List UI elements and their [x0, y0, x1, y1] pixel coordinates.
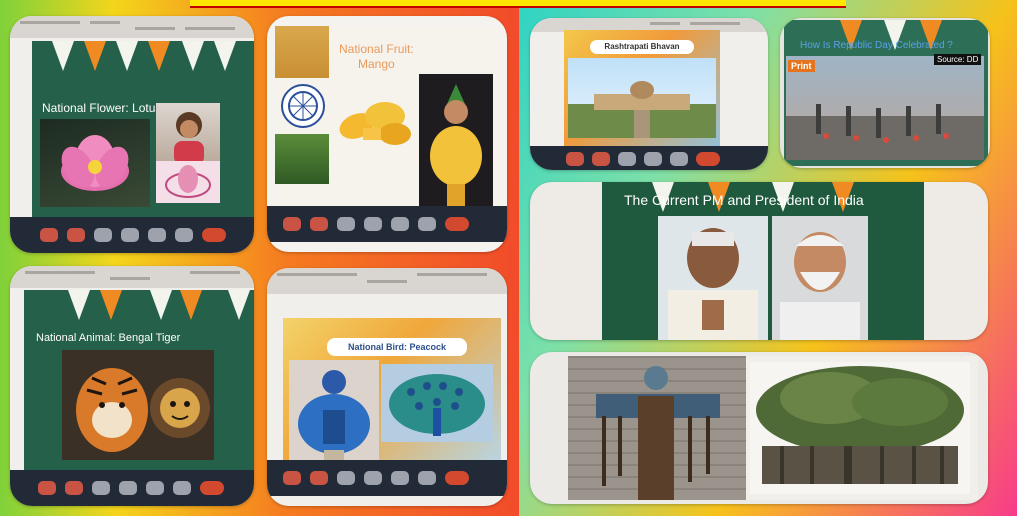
tile-national-fruit: National Fruit: Mango: [267, 16, 507, 252]
video-call-toolbar: [10, 217, 254, 253]
parade-photo: [786, 56, 984, 160]
photo-collage: National Flower: Lotus National Fruit: M…: [0, 0, 1017, 516]
video-call-toolbar: [530, 146, 768, 170]
camera-button[interactable]: [67, 228, 85, 242]
bunting-flag: [100, 290, 122, 320]
more-options-button[interactable]: [418, 471, 436, 485]
child-tree-costume-photo: [568, 356, 746, 500]
lotus-photo: [40, 119, 150, 207]
tile-pm-president: The Current PM and President of India: [530, 182, 988, 340]
mic-button[interactable]: [40, 228, 58, 242]
tiger-photo: [62, 350, 214, 460]
more-options-button[interactable]: [418, 217, 436, 231]
video-slide: How Is Republic Day Celebrated ? Print S…: [784, 20, 988, 166]
print-logo: Print: [788, 60, 815, 72]
end-call-button[interactable]: [445, 471, 469, 485]
camera-button[interactable]: [592, 152, 610, 166]
video-call-toolbar: [267, 206, 507, 242]
more-options-button[interactable]: [173, 481, 191, 495]
end-call-button[interactable]: [200, 481, 224, 495]
decor-texture: [275, 26, 329, 78]
banyan-tree-photo: [750, 362, 970, 494]
chat-button[interactable]: [337, 217, 355, 231]
bunting-flag: [116, 41, 138, 71]
mango-photo: [335, 88, 417, 150]
tile-national-flower: National Flower: Lotus: [10, 16, 254, 253]
tile-national-bird: National Bird: Peacock: [267, 268, 507, 506]
raise-hand-button[interactable]: [364, 471, 382, 485]
end-call-button[interactable]: [696, 152, 720, 166]
bunting-flag: [148, 41, 170, 71]
bunting-flag: [228, 290, 250, 320]
raise-hand-button[interactable]: [364, 217, 382, 231]
bunting-flag: [214, 41, 236, 71]
lotus-drawing: [156, 161, 220, 203]
more-options-button[interactable]: [175, 228, 193, 242]
share-screen-button[interactable]: [148, 228, 166, 242]
top-color-strip: [190, 0, 846, 8]
chat-button[interactable]: [618, 152, 636, 166]
bunting-flag: [182, 41, 204, 71]
child-costume-photo: [419, 74, 493, 206]
video-call-toolbar: [10, 470, 254, 506]
tile-national-tree: [530, 352, 988, 504]
share-screen-button[interactable]: [146, 481, 164, 495]
camera-button[interactable]: [310, 217, 328, 231]
bunting-flag: [68, 290, 90, 320]
peacock-photo: [381, 364, 493, 442]
child-peacock-costume-photo: [289, 360, 379, 464]
mic-button[interactable]: [38, 481, 56, 495]
slide-title: National Animal: Bengal Tiger: [36, 332, 181, 344]
slide-lotus: National Flower: Lotus: [32, 41, 254, 217]
slide-pm-president: The Current PM and President of India: [602, 182, 924, 340]
raise-hand-button[interactable]: [119, 481, 137, 495]
bunting-flag: [52, 41, 74, 71]
slide-title: Rashtrapati Bhavan: [590, 40, 694, 54]
slide-title: National Bird: Peacock: [327, 338, 467, 356]
slide-peacock: National Bird: Peacock: [283, 318, 501, 472]
share-screen-button[interactable]: [391, 217, 409, 231]
end-call-button[interactable]: [202, 228, 226, 242]
tile-republic-day-video: How Is Republic Day Celebrated ? Print S…: [780, 18, 990, 168]
chat-button[interactable]: [94, 228, 112, 242]
tile-national-animal: National Animal: Bengal Tiger: [10, 266, 254, 506]
forest-photo: [275, 134, 329, 184]
slide-title: National Fruit: Mango: [339, 42, 414, 71]
bunting-flag: [180, 290, 202, 320]
slide-title: National Flower: Lotus: [42, 101, 162, 115]
slide-mango: National Fruit: Mango: [275, 26, 499, 216]
share-screen-button[interactable]: [391, 471, 409, 485]
ashoka-chakra-icon: [281, 84, 325, 128]
mic-button[interactable]: [566, 152, 584, 166]
more-options-button[interactable]: [670, 152, 688, 166]
pm-photo: [772, 216, 868, 340]
video-title: How Is Republic Day Celebrated ?: [800, 40, 953, 51]
source-badge: Source: DD: [934, 54, 982, 65]
slide-ribbon: [10, 266, 254, 288]
camera-button[interactable]: [65, 481, 83, 495]
slide-bhavan: Rashtrapati Bhavan: [564, 30, 720, 154]
share-screen-button[interactable]: [644, 152, 662, 166]
tile-rashtrapati-bhavan: Rashtrapati Bhavan: [530, 18, 768, 170]
bunting-flag: [150, 290, 172, 320]
president-photo: [658, 216, 768, 340]
raise-hand-button[interactable]: [121, 228, 139, 242]
chat-button[interactable]: [92, 481, 110, 495]
slide-ribbon: [10, 16, 254, 38]
slide-ribbon: [267, 268, 507, 294]
mic-button[interactable]: [283, 471, 301, 485]
video-call-toolbar: [267, 460, 507, 496]
bhavan-photo: [568, 58, 716, 138]
mic-button[interactable]: [283, 217, 301, 231]
slide-tiger: National Animal: Bengal Tiger: [24, 290, 254, 470]
child-video-photo: [156, 103, 220, 165]
chat-button[interactable]: [337, 471, 355, 485]
slide-banyan: [568, 356, 978, 500]
camera-button[interactable]: [310, 471, 328, 485]
end-call-button[interactable]: [445, 217, 469, 231]
slide-title: The Current PM and President of India: [624, 192, 864, 208]
bunting-flag: [84, 41, 106, 71]
